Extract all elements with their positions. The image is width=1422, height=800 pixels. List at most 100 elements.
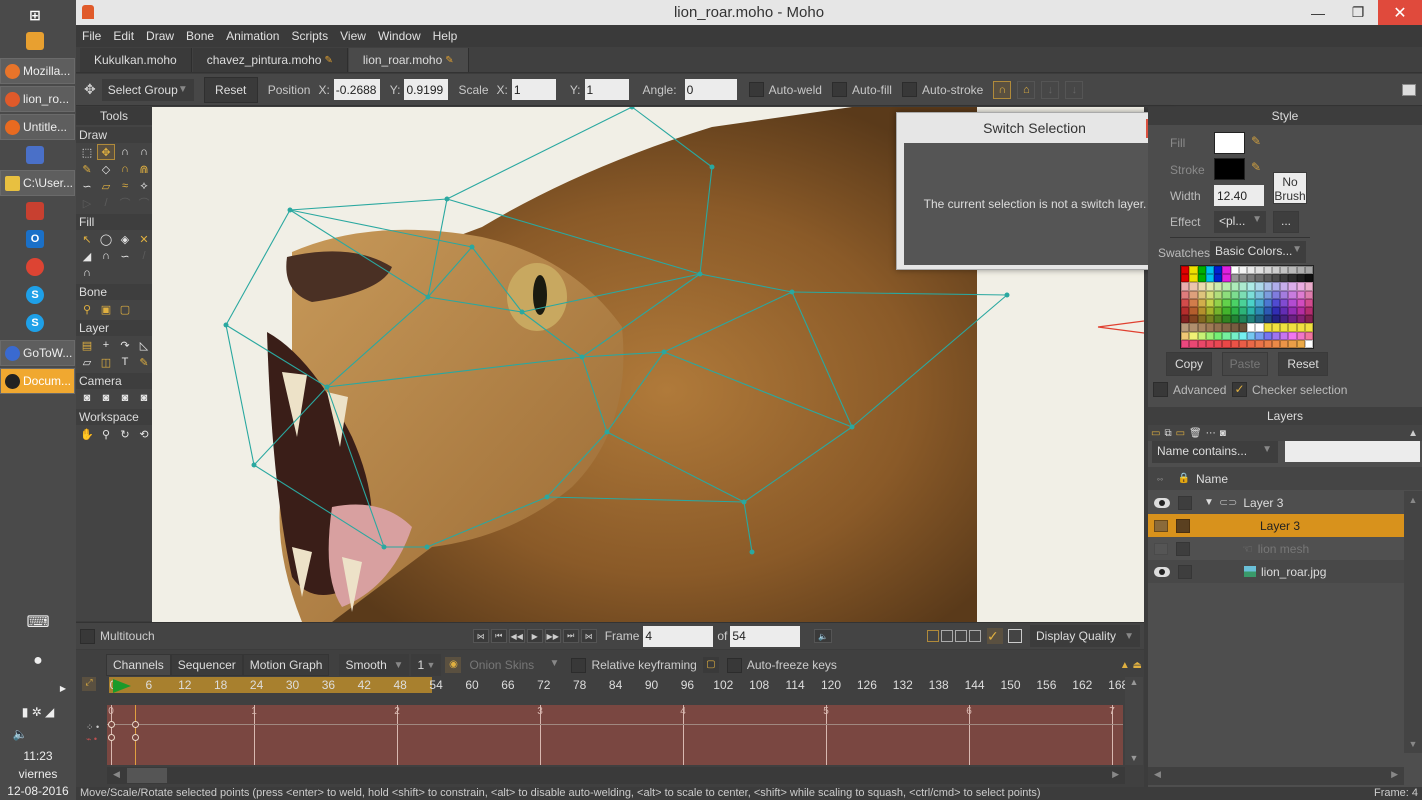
palette-swatch[interactable] — [1247, 339, 1256, 348]
palette-swatch[interactable] — [1222, 274, 1231, 283]
palette-swatch[interactable] — [1247, 274, 1256, 283]
palette-swatch[interactable] — [1296, 339, 1305, 348]
shield-icon[interactable]: ▢ — [702, 657, 719, 673]
draw-shape-icon[interactable]: ◇ — [97, 161, 115, 177]
palette-swatch[interactable] — [1296, 266, 1305, 275]
palette-swatch[interactable] — [1255, 290, 1264, 299]
translate-layer-icon[interactable]: + — [97, 337, 115, 353]
curve-profile-icon[interactable]: ∩ — [78, 265, 96, 281]
palette-swatch[interactable] — [1263, 274, 1272, 283]
tab-lion-roar[interactable]: lion_roar.moho ✎ — [348, 48, 469, 72]
palette-swatch[interactable] — [1214, 298, 1223, 307]
checker-selection-checkbox[interactable]: ✓ Checker selection — [1232, 382, 1347, 397]
last-frame-icon[interactable]: ⏭ — [562, 629, 579, 643]
split-vertical-icon[interactable] — [941, 630, 953, 642]
lock-toggle[interactable] — [1176, 518, 1190, 533]
auto-fill-checkbox[interactable]: Auto-fill — [831, 82, 892, 97]
layer-settings-icon[interactable]: ◙ — [1220, 428, 1226, 439]
angle-input[interactable] — [684, 79, 737, 100]
scroll-left-icon[interactable]: ◀ — [113, 769, 120, 780]
palette-swatch[interactable] — [1280, 274, 1289, 283]
layers-hscrollbar[interactable]: ◀ ▶ — [1148, 767, 1404, 785]
palette-swatch[interactable] — [1255, 339, 1264, 348]
prev-frame-icon[interactable]: ◀◀ — [508, 629, 525, 643]
palette-swatch[interactable] — [1288, 282, 1297, 291]
stroke-exposure-icon[interactable]: ∽ — [116, 248, 134, 264]
layer-row-mesh[interactable]: ☜ lion mesh — [1148, 537, 1404, 560]
loop-start-icon[interactable]: ⋈ — [472, 629, 489, 643]
palette-swatch[interactable] — [1280, 266, 1289, 275]
menu-draw[interactable]: Draw — [146, 29, 174, 43]
scroll-left-icon[interactable]: ◀ — [1154, 769, 1161, 780]
palette-swatch[interactable] — [1280, 315, 1289, 324]
fill-eyedropper-icon[interactable]: ✎ — [1251, 134, 1261, 148]
palette-swatch[interactable] — [1230, 315, 1239, 324]
palette-swatch[interactable] — [1263, 306, 1272, 316]
collapse-up-icon[interactable]: ▲ — [1408, 428, 1418, 439]
palette-swatch[interactable] — [1288, 298, 1297, 307]
scale-x-input[interactable] — [511, 79, 556, 100]
crop-frame-icon[interactable] — [1008, 629, 1022, 643]
palette-swatch[interactable] — [1255, 331, 1264, 340]
delete-layer-icon[interactable]: 🗑 — [1189, 428, 1202, 439]
palette-swatch[interactable] — [1222, 323, 1231, 332]
office-icon[interactable] — [26, 202, 44, 220]
single-view-icon[interactable] — [927, 630, 939, 642]
palette-swatch[interactable] — [1189, 282, 1198, 291]
palette-swatch[interactable] — [1238, 323, 1247, 332]
palette-swatch[interactable] — [1189, 315, 1198, 324]
palette-swatch[interactable] — [1271, 306, 1280, 316]
palette-swatch[interactable] — [1304, 274, 1313, 283]
palette-swatch[interactable] — [1230, 266, 1239, 275]
palette-swatch[interactable] — [1197, 323, 1206, 332]
palette-swatch[interactable] — [1280, 323, 1289, 332]
arch-lock-icon[interactable]: ⌂ — [1017, 80, 1036, 99]
palette-swatch[interactable] — [1304, 306, 1313, 316]
menu-edit[interactable]: Edit — [113, 29, 134, 43]
palette-swatch[interactable] — [1271, 323, 1280, 332]
split-horizontal-icon[interactable] — [955, 630, 967, 642]
palette-swatch[interactable] — [1271, 339, 1280, 348]
palette-swatch[interactable] — [1280, 290, 1289, 299]
palette-swatch[interactable] — [1222, 298, 1231, 307]
palette-swatch[interactable] — [1280, 331, 1289, 340]
stroke-eyedropper-icon[interactable]: ✎ — [1251, 160, 1261, 174]
palette-swatch[interactable] — [1247, 331, 1256, 340]
switch-layer-icon[interactable]: ◫ — [97, 354, 115, 370]
freehand-icon[interactable]: ✎ — [78, 161, 96, 177]
palette-swatch[interactable] — [1296, 274, 1305, 283]
palette-swatch[interactable] — [1189, 323, 1198, 332]
layer-row-image[interactable]: lion_roar.jpg — [1148, 560, 1404, 583]
palette-swatch[interactable] — [1181, 339, 1190, 348]
skype-icon[interactable]: S — [26, 286, 44, 304]
palette-swatch[interactable] — [1296, 298, 1305, 307]
reset-button[interactable]: Reset — [203, 76, 258, 103]
bone-tool-icon-2[interactable]: ▣ — [97, 301, 115, 317]
palette-swatch[interactable] — [1263, 266, 1272, 275]
palette-swatch[interactable] — [1263, 315, 1272, 324]
restore-button[interactable]: ❐ — [1338, 0, 1378, 25]
mesh-point[interactable] — [425, 294, 431, 300]
keyboard-icon[interactable]: ⌨ — [0, 612, 76, 632]
display-quality-dropdown[interactable]: Display Quality ▼ — [1030, 625, 1140, 647]
palette-swatch[interactable] — [1222, 331, 1231, 340]
mouse-icon[interactable]: ● — [0, 652, 76, 670]
scroll-up-icon[interactable]: ▲ — [1404, 495, 1422, 505]
windows-start-icon[interactable]: ⊞ — [26, 6, 44, 24]
palette-swatch[interactable] — [1255, 315, 1264, 324]
lock-toggle[interactable] — [1176, 541, 1190, 556]
palette-swatch[interactable] — [1296, 290, 1305, 299]
mesh-point[interactable] — [381, 544, 387, 550]
palette-swatch[interactable] — [1230, 274, 1239, 283]
palette-swatch[interactable] — [1205, 306, 1214, 316]
palette-swatch[interactable] — [1205, 282, 1214, 291]
keyframe[interactable] — [131, 721, 139, 728]
onion-skins-dropdown[interactable]: Onion Skins ▼ — [469, 658, 559, 672]
palette-swatch[interactable] — [1214, 306, 1223, 316]
position-x-input[interactable] — [333, 79, 380, 100]
palette-swatch[interactable] — [1304, 339, 1313, 348]
timeline-hscrollbar[interactable]: ◀ ▶ — [107, 767, 1125, 784]
taskbar-app-untitled[interactable]: Untitle... — [0, 114, 75, 140]
palette-swatch[interactable] — [1271, 290, 1280, 299]
scroll-down-icon[interactable]: ▼ — [1404, 739, 1422, 749]
